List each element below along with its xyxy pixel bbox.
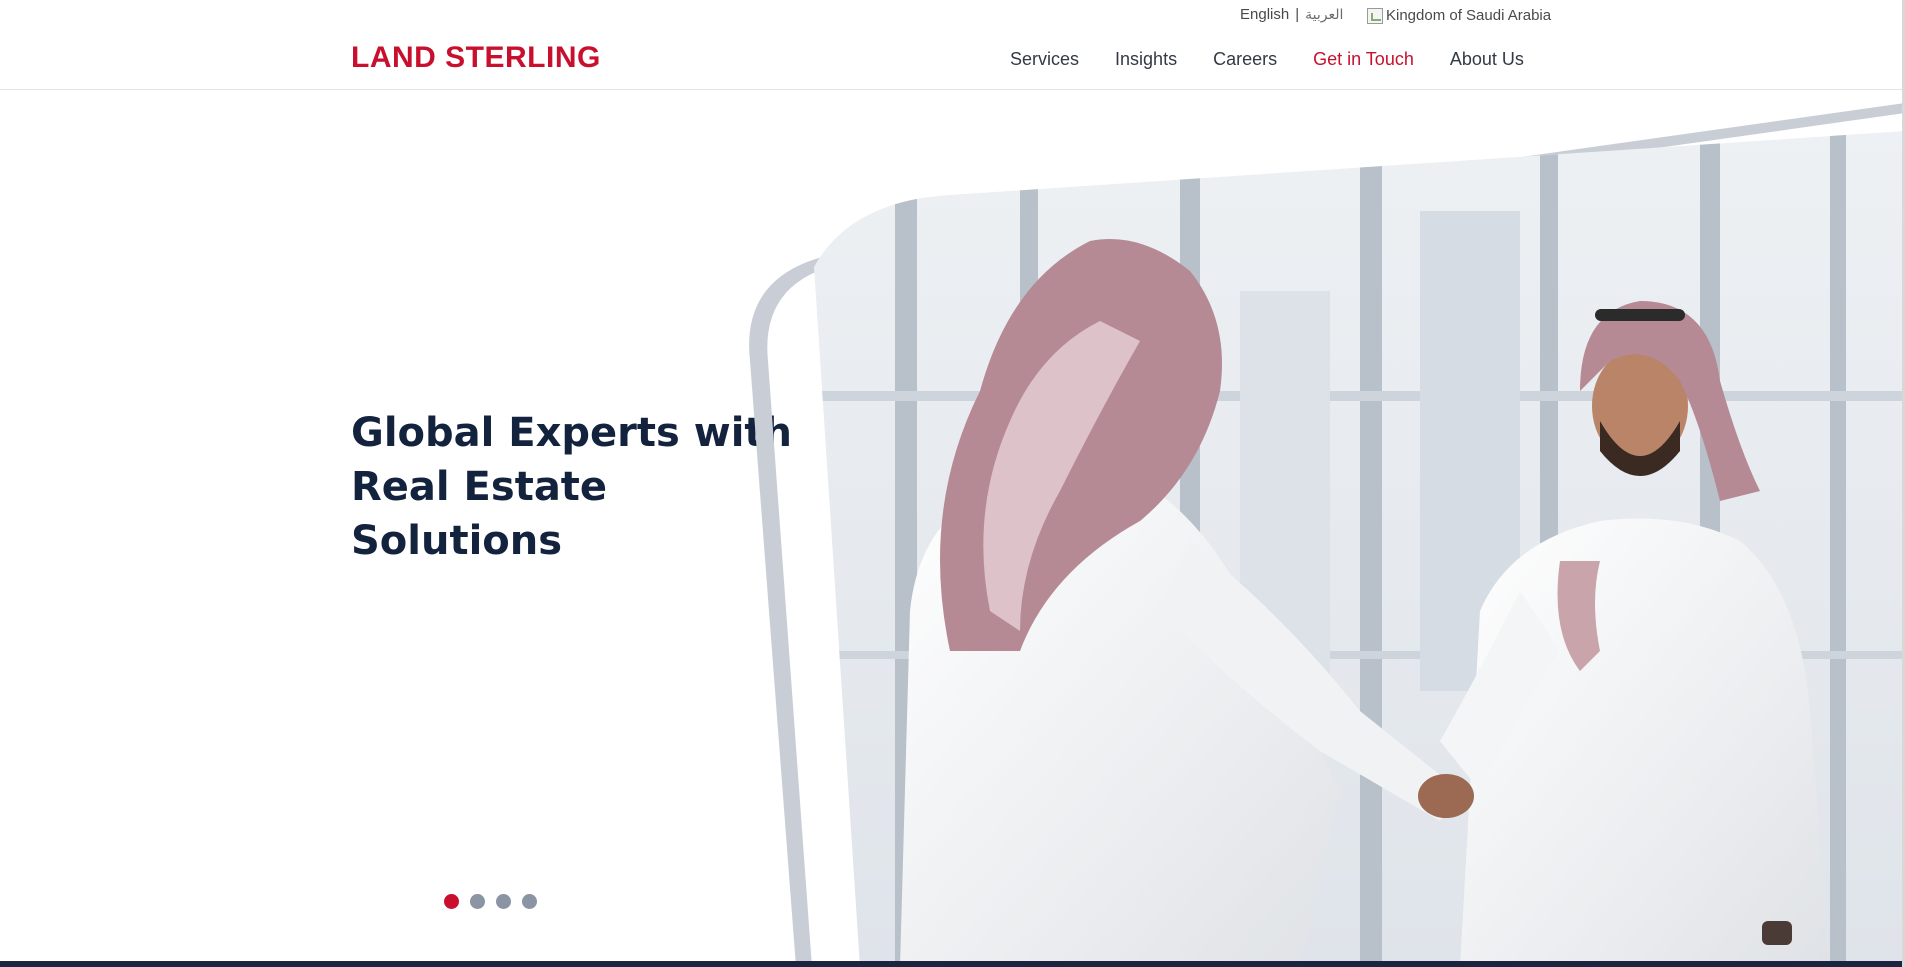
- nav-item-careers[interactable]: Careers: [1213, 49, 1277, 70]
- language-switcher: English | العربية: [1240, 6, 1343, 23]
- hero-image-handshake: [749, 103, 1905, 967]
- nav-item-about-us[interactable]: About Us: [1450, 49, 1524, 70]
- slider-dot-4[interactable]: [522, 894, 537, 909]
- slider-pagination: [444, 894, 548, 909]
- region-selector[interactable]: Kingdom of Saudi Arabia: [1367, 6, 1551, 24]
- hero-slider: Global Experts with Real Estate Solution…: [0, 91, 1905, 967]
- language-arabic-link[interactable]: العربية: [1305, 7, 1343, 23]
- region-label: Kingdom of Saudi Arabia: [1386, 6, 1552, 24]
- nav-item-get-in-touch[interactable]: Get in Touch: [1313, 49, 1414, 70]
- slider-dot-2[interactable]: [470, 894, 485, 909]
- language-separator: |: [1295, 6, 1300, 23]
- flag-icon: [1367, 8, 1383, 24]
- bottom-border: [0, 961, 1905, 967]
- nav-item-insights[interactable]: Insights: [1115, 49, 1177, 70]
- utility-bar: English | العربية Kingdom of Saudi Arabi…: [0, 0, 1905, 30]
- language-english-link[interactable]: English: [1240, 6, 1289, 23]
- slider-dot-1[interactable]: [444, 894, 459, 909]
- site-header: LAND STERLING Services Insights Careers …: [0, 30, 1905, 90]
- slider-dot-3[interactable]: [496, 894, 511, 909]
- main-nav: Services Insights Careers Get in Touch A…: [1010, 49, 1524, 70]
- nav-item-services[interactable]: Services: [1010, 49, 1079, 70]
- brand-logo[interactable]: LAND STERLING: [351, 41, 601, 75]
